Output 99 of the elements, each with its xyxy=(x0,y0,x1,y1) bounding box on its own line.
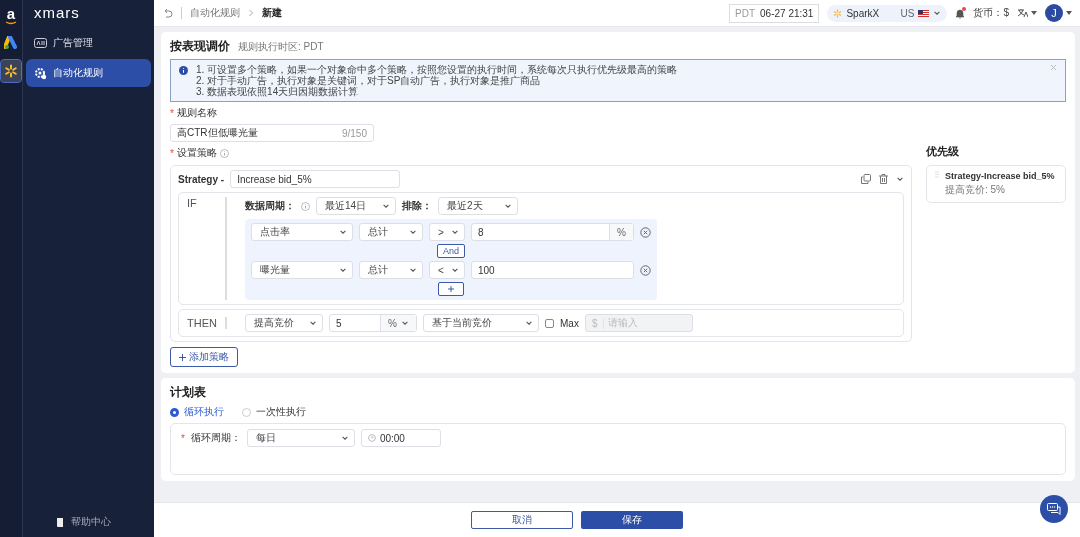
select-field[interactable]: > xyxy=(429,223,465,241)
google-ads-logo xyxy=(3,36,19,50)
select-field[interactable]: 最近14日 xyxy=(316,197,396,215)
chevron-right-icon xyxy=(248,9,254,17)
required-mark: * xyxy=(181,432,185,444)
unit-select[interactable]: % xyxy=(380,315,416,331)
chevron-down-icon xyxy=(451,266,459,274)
radio-option[interactable]: 循环执行 xyxy=(170,405,224,419)
store-selector[interactable]: SparkX US xyxy=(827,4,948,22)
chevron-down-icon xyxy=(401,319,409,327)
chat-icon xyxy=(1047,503,1061,515)
select-field[interactable]: 提高竞价 xyxy=(245,314,323,332)
then-keyword: THEN xyxy=(187,317,227,329)
breadcrumb-link[interactable]: 自动化规则 xyxy=(190,6,240,20)
caret-icon xyxy=(1066,11,1072,15)
add-condition-button[interactable] xyxy=(438,282,464,296)
chevron-down-icon xyxy=(339,266,347,274)
field-label: 设置策略 xyxy=(176,146,217,160)
select-field[interactable]: < xyxy=(429,261,465,279)
select-field[interactable]: 每日 xyxy=(246,429,355,447)
required-mark: * xyxy=(170,147,174,159)
notification-button[interactable] xyxy=(955,7,966,19)
max-checkbox[interactable] xyxy=(545,318,554,328)
char-counter: 9/150 xyxy=(341,127,367,139)
chevron-down-icon xyxy=(340,434,349,442)
chevron-down-icon xyxy=(504,202,512,210)
time-display: PDT 06-27 21:31 xyxy=(729,3,820,23)
platform-tab[interactable] xyxy=(1,60,21,82)
cancel-button[interactable]: 取消 xyxy=(471,511,573,529)
language-button[interactable] xyxy=(1017,8,1037,18)
select-field[interactable]: 总计 xyxy=(359,223,423,241)
if-keyword: IF xyxy=(187,197,227,300)
chevron-down-icon xyxy=(409,228,417,236)
copy-icon[interactable] xyxy=(861,174,871,184)
chat-button[interactable] xyxy=(1040,495,1068,523)
select-field[interactable]: 点击率 xyxy=(251,223,353,241)
chevron-down-icon xyxy=(409,266,417,274)
breadcrumb-current: 新建 xyxy=(262,6,282,20)
spark-logo xyxy=(4,64,18,78)
flag-icon xyxy=(918,9,930,17)
amount-field[interactable]: 5 % xyxy=(329,314,417,332)
strategy-name-field[interactable]: Increase bid_5% xyxy=(230,170,401,188)
remove-icon[interactable] xyxy=(640,264,651,276)
user-avatar[interactable]: J xyxy=(1045,4,1063,22)
strategy-prefix: Strategy - xyxy=(178,173,225,185)
chevron-down-icon xyxy=(339,228,347,236)
save-button[interactable]: 保存 xyxy=(581,511,683,529)
spark-icon xyxy=(833,8,843,18)
field-label: 规则名称 xyxy=(176,106,217,120)
remove-icon[interactable] xyxy=(640,226,651,238)
chevron-down-icon xyxy=(451,228,459,236)
info-icon xyxy=(301,201,310,211)
value-field[interactable]: 100 xyxy=(471,261,634,279)
currency-label[interactable]: 货币：$ xyxy=(973,6,1009,20)
ads-icon xyxy=(34,38,47,48)
priority-card[interactable]: Strategy-Increase bid_5% 提高竞价: 5% xyxy=(926,165,1066,203)
chevron-down-icon xyxy=(525,319,533,327)
time-field[interactable]: 00:00 xyxy=(360,429,441,447)
field-label: 循环周期： xyxy=(190,431,241,445)
notice-line: 3. 数据表现依照14天归因期数据计算 xyxy=(196,86,360,97)
strategy-name: Strategy-Increase bid_5% xyxy=(945,171,1055,181)
translate-icon xyxy=(1017,8,1028,18)
select-field[interactable]: 最近2天 xyxy=(438,197,518,215)
field-label: 排除： xyxy=(402,199,432,213)
chevron-down-icon xyxy=(933,9,942,17)
chevron-down-icon xyxy=(309,319,317,327)
notice-line: 1. 可设置多个策略，如果一个对象命中多个策略，按照您设置的执行时间，系统每次只执行优先级最高的策略 xyxy=(196,64,678,75)
and-button[interactable]: And xyxy=(437,244,465,258)
radio-option[interactable]: 一次性执行 xyxy=(242,405,306,419)
rule-name-field[interactable]: 高CTR但低曝光量 9/150 xyxy=(170,124,374,142)
nav-item[interactable]: 自动化规则 xyxy=(26,59,151,87)
checkbox-label: Max xyxy=(560,317,579,329)
info-icon xyxy=(219,148,229,158)
select-field[interactable]: 基于当前竞价 xyxy=(423,314,539,332)
notice-line: 2. 对于手动广告，执行对象是关键词，对于SP自动广告，执行对象是推广商品 xyxy=(196,75,542,86)
unit-label: % xyxy=(609,224,633,240)
section-title: 按表现调价 xyxy=(170,38,230,55)
chevron-down-icon xyxy=(896,175,904,183)
select-field[interactable]: 曝光量 xyxy=(251,261,353,279)
info-icon xyxy=(179,66,188,75)
priority-title: 优先级 xyxy=(926,144,960,159)
section-title: 计划表 xyxy=(170,384,207,401)
field-label: 数据周期： xyxy=(245,199,295,213)
nav-item[interactable]: 广告管理 xyxy=(26,29,151,57)
bell-icon xyxy=(955,7,966,19)
trash-icon[interactable] xyxy=(879,174,888,184)
plus-icon xyxy=(179,353,186,361)
help-link[interactable]: 帮助中心 xyxy=(26,507,151,537)
timezone-note: 规则执行时区: PDT xyxy=(238,40,324,54)
clock-icon xyxy=(367,434,376,442)
back-icon[interactable] xyxy=(162,8,173,18)
required-mark: * xyxy=(170,107,174,119)
chevron-down-icon xyxy=(382,202,390,210)
value-field[interactable]: 8 % xyxy=(471,223,634,241)
add-strategy-button[interactable]: 添加策略 xyxy=(170,347,238,367)
select-field[interactable]: 总计 xyxy=(359,261,423,279)
caret-icon xyxy=(1031,11,1037,15)
strategy-detail: 提高竞价: 5% xyxy=(945,183,1006,197)
app-logo: xmars xyxy=(33,3,81,23)
